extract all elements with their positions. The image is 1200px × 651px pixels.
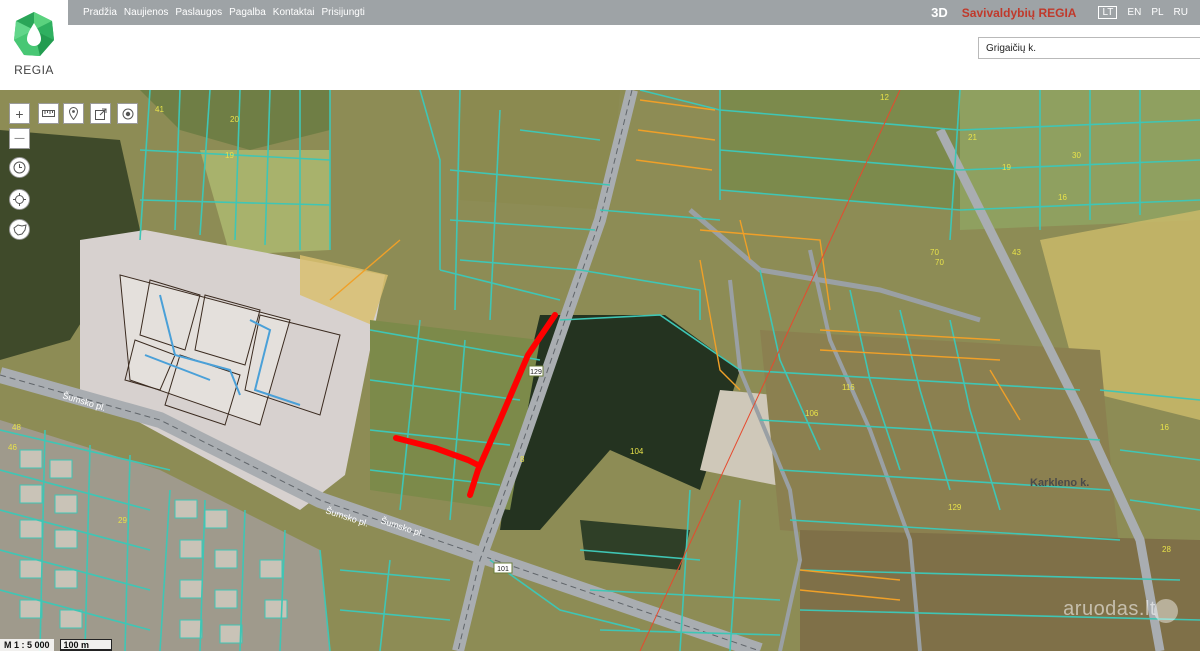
parcel-number: 29 bbox=[118, 516, 127, 525]
parcel-number: 116 bbox=[842, 383, 855, 392]
history-clock-icon bbox=[13, 161, 26, 174]
field-east-3 bbox=[760, 330, 1120, 560]
scale-bar: 100 m bbox=[59, 639, 112, 651]
regia-logo[interactable]: REGIA bbox=[0, 0, 68, 90]
zoom-out-icon: — bbox=[14, 132, 25, 144]
zoom-out-button[interactable]: — bbox=[9, 128, 30, 149]
gps-point-icon bbox=[122, 108, 133, 119]
watermark: aruodas.lt bbox=[1063, 598, 1156, 620]
lang-lt[interactable]: LT bbox=[1098, 6, 1118, 19]
field-east-1 bbox=[720, 90, 960, 210]
parcel-number: 12 bbox=[880, 93, 889, 102]
parcel-number: 16 bbox=[1058, 193, 1067, 202]
lang-en[interactable]: EN bbox=[1127, 7, 1141, 18]
road-badge-129: 129 bbox=[528, 365, 544, 377]
main-nav: Pradžia Naujienos Paslaugos Pagalba Kont… bbox=[83, 0, 372, 25]
parcel-number: 41 bbox=[155, 105, 164, 114]
full-extent-button[interactable] bbox=[9, 219, 30, 240]
parcel-number: 21 bbox=[968, 133, 977, 142]
scale-ratio: M 1 : 5 000 bbox=[0, 639, 54, 651]
parcel-number: 70 bbox=[930, 248, 939, 257]
nav-naujienos[interactable]: Naujienos bbox=[124, 7, 168, 18]
parcel-number: 20 bbox=[230, 115, 239, 124]
measure-ruler-icon bbox=[42, 110, 55, 117]
header-right-tools: 3D Savivaldybių REGIA LT EN PL RU bbox=[931, 0, 1188, 25]
lang-pl[interactable]: PL bbox=[1151, 7, 1163, 18]
parcel-number: 19 bbox=[1002, 163, 1011, 172]
share-button[interactable] bbox=[90, 103, 111, 124]
lithuania-extent-icon bbox=[12, 223, 27, 236]
top-bar: Pradžia Naujienos Paslaugos Pagalba Kont… bbox=[0, 0, 1200, 25]
map-scale: M 1 : 5 000 100 m bbox=[0, 639, 112, 651]
parcel-number: 70 bbox=[935, 258, 944, 267]
lang-ru[interactable]: RU bbox=[1174, 7, 1188, 18]
parcel-number: 46 bbox=[8, 443, 17, 452]
measure-button[interactable] bbox=[38, 103, 59, 124]
parcel-number: 19 bbox=[225, 151, 234, 160]
parcel-number: 106 bbox=[805, 409, 819, 418]
village-label: Karkleno k. bbox=[1030, 477, 1089, 489]
brand-title: Savivaldybių REGIA bbox=[961, 5, 1077, 20]
zoom-in-button[interactable]: + bbox=[9, 103, 30, 124]
parcel-number: 43 bbox=[1012, 248, 1021, 257]
nav-pagalba[interactable]: Pagalba bbox=[229, 7, 266, 18]
nav-paslaugos[interactable]: Paslaugos bbox=[175, 7, 222, 18]
search-input[interactable] bbox=[978, 37, 1200, 59]
parcel-number: 16 bbox=[1160, 423, 1169, 432]
parcel-number: 30 bbox=[1072, 151, 1081, 160]
parcel-number: 28 bbox=[1162, 545, 1171, 554]
nav-kontaktai[interactable]: Kontaktai bbox=[273, 7, 315, 18]
map-view[interactable]: 129 101 Šumsko pl. Šumsko pl. Šumsko pl.… bbox=[0, 90, 1200, 651]
location-pin-icon bbox=[69, 107, 78, 120]
view-3d-button[interactable]: 3D bbox=[931, 5, 948, 20]
parcel-number: 48 bbox=[12, 423, 21, 432]
parcel-number: 8 bbox=[520, 455, 525, 464]
parcel-number: 129 bbox=[948, 503, 962, 512]
parcel-number: 104 bbox=[630, 447, 644, 456]
nav-pradzia[interactable]: Pradžia bbox=[83, 7, 117, 18]
road-badge-101-label: 101 bbox=[497, 566, 509, 573]
watermark-logo-icon bbox=[1154, 599, 1178, 623]
zoom-in-icon: + bbox=[15, 105, 24, 122]
gps-button[interactable] bbox=[117, 103, 138, 124]
road-badge-129-label: 129 bbox=[530, 369, 542, 376]
nav-prisijungti[interactable]: Prisijungti bbox=[322, 7, 365, 18]
regia-logo-icon bbox=[14, 12, 54, 56]
crosshair-locate-icon bbox=[13, 193, 26, 206]
road-badge-101: 101 bbox=[493, 562, 513, 574]
history-button[interactable] bbox=[9, 157, 30, 178]
pin-button[interactable] bbox=[63, 103, 84, 124]
share-export-icon bbox=[94, 108, 106, 120]
map-canvas[interactable]: 129 101 Šumsko pl. Šumsko pl. Šumsko pl.… bbox=[0, 90, 1200, 651]
locate-button[interactable] bbox=[9, 189, 30, 210]
field-northcentral bbox=[460, 90, 620, 210]
logo-text: REGIA bbox=[14, 63, 54, 77]
